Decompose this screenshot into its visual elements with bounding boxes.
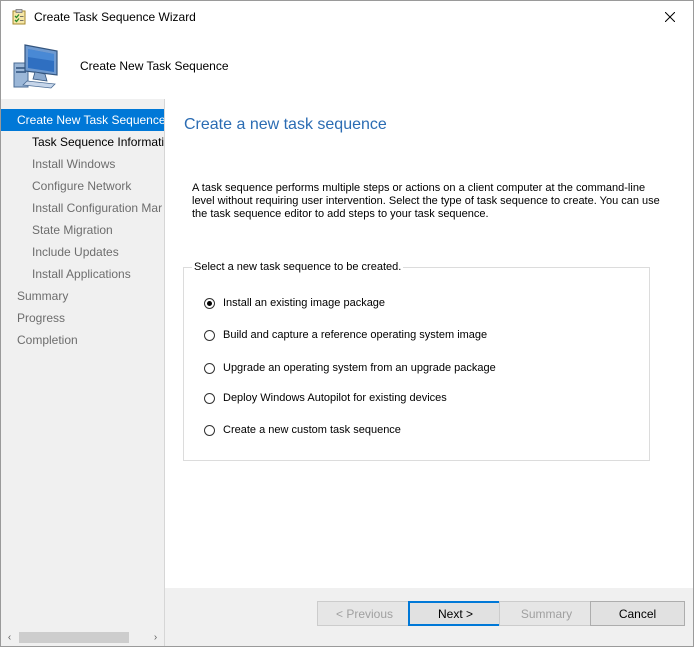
page-description: A task sequence performs multiple steps … <box>192 182 660 220</box>
scroll-right-icon[interactable]: › <box>147 629 164 646</box>
clipboard-checklist-icon <box>12 9 26 25</box>
option-label: Deploy Windows Autopilot for existing de… <box>223 392 447 404</box>
option-custom-task-sequence[interactable]: Create a new custom task sequence <box>204 424 401 436</box>
wizard-header: Create New Task Sequence <box>1 33 693 100</box>
wizard-step-nav: Create New Task Sequence Task Sequence In… <box>1 99 165 646</box>
scrollbar-thumb[interactable] <box>19 632 129 643</box>
summary-button[interactable]: Summary <box>499 601 594 626</box>
nav-step-item: State Migration <box>32 223 113 237</box>
option-deploy-autopilot[interactable]: Deploy Windows Autopilot for existing de… <box>204 392 447 404</box>
close-button[interactable] <box>647 1 693 33</box>
nav-step-item: Install Configuration Mar <box>32 201 163 215</box>
nav-step-item: Summary <box>17 289 69 303</box>
header-title: Create New Task Sequence <box>80 59 229 73</box>
step-list: Create New Task Sequence Task Sequence In… <box>1 109 164 351</box>
nav-step-item: Include Updates <box>32 245 119 259</box>
nav-horizontal-scrollbar[interactable]: ‹ › <box>1 629 164 646</box>
scroll-left-icon[interactable]: ‹ <box>1 629 18 646</box>
radio-button[interactable] <box>204 362 215 374</box>
nav-step-item: Completion <box>17 333 78 347</box>
previous-button[interactable]: < Previous <box>317 601 412 626</box>
group-label: Select a new task sequence to be created… <box>192 261 404 273</box>
wizard-window: Create Task Sequence Wizard Create New T… <box>0 0 694 647</box>
window-title: Create Task Sequence Wizard <box>34 10 196 24</box>
nav-step-item: Install Applications <box>32 267 131 281</box>
option-label: Create a new custom task sequence <box>223 424 401 436</box>
radio-button[interactable] <box>204 392 215 404</box>
nav-step-item: Install Windows <box>32 157 116 171</box>
wizard-content: Create a new task sequence A task sequen… <box>165 99 693 646</box>
option-label: Upgrade an operating system from an upgr… <box>223 362 496 374</box>
radio-button[interactable] <box>204 424 215 436</box>
radio-button[interactable] <box>204 297 215 309</box>
option-install-existing-image[interactable]: Install an existing image package <box>204 297 385 309</box>
option-upgrade-os[interactable]: Upgrade an operating system from an upgr… <box>204 362 496 374</box>
option-build-and-capture[interactable]: Build and capture a reference operating … <box>204 329 487 341</box>
option-label: Build and capture a reference operating … <box>223 329 488 341</box>
nav-step-item: Progress <box>17 311 66 325</box>
computer-icon <box>13 44 58 89</box>
nav-step-item: Create New Task Sequence <box>1 109 164 131</box>
nav-step-item: Configure Network <box>32 179 132 193</box>
nav-step-item: Task Sequence Informatic <box>32 135 164 149</box>
page-title: Create a new task sequence <box>184 116 387 133</box>
cancel-button[interactable]: Cancel <box>590 601 685 626</box>
radio-button[interactable] <box>204 329 215 341</box>
option-label: Install an existing image package <box>223 297 386 309</box>
close-icon <box>665 12 675 22</box>
title-bar[interactable]: Create Task Sequence Wizard <box>1 1 693 33</box>
next-button[interactable]: Next > <box>408 601 503 626</box>
button-bar: < Previous Next > Summary Cancel <box>165 588 693 646</box>
